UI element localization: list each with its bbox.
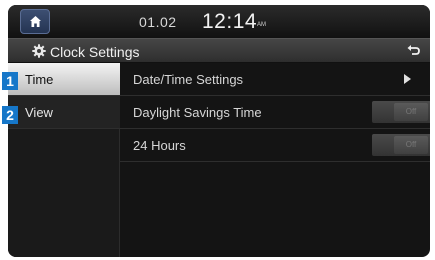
ampm-indicator: AM (257, 22, 266, 28)
tab-view[interactable]: View (8, 96, 120, 129)
tab-view-label: View (25, 105, 53, 120)
chevron-right-icon (404, 74, 411, 84)
clock-display: 12:14 (202, 10, 258, 33)
date-display: 01.02 (139, 14, 177, 30)
category-tabs: Time View (8, 63, 120, 257)
toggle-state: Off (394, 136, 428, 154)
title-bar: Clock Settings (8, 38, 430, 63)
tab-time-label: Time (25, 72, 54, 87)
toggle-state: Off (394, 103, 428, 121)
head-unit-screen: 01.02 12:14 AM Clock Settings Time View … (8, 5, 430, 257)
home-button[interactable] (20, 9, 50, 34)
setting-label: 24 Hours (133, 138, 186, 153)
callout-marker-2: 2 (2, 106, 18, 124)
setting-label: Date/Time Settings (133, 72, 244, 87)
page-title: Clock Settings (50, 44, 140, 60)
tab-time[interactable]: Time (8, 63, 120, 96)
setting-label: Daylight Savings Time (133, 105, 262, 120)
daylight-savings-row[interactable]: Daylight Savings Time Off (120, 96, 430, 129)
24-hours-toggle[interactable]: Off (372, 134, 430, 156)
back-arrow-icon (407, 45, 420, 55)
home-icon (30, 16, 41, 27)
back-button[interactable] (396, 39, 430, 63)
24-hours-row[interactable]: 24 Hours Off (120, 129, 430, 162)
date-time-settings-row[interactable]: Date/Time Settings (120, 63, 430, 96)
status-bar: 01.02 12:14 AM (8, 5, 430, 38)
daylight-savings-toggle[interactable]: Off (372, 101, 430, 123)
settings-list: Date/Time Settings Daylight Savings Time… (120, 63, 430, 257)
callout-marker-1: 1 (2, 72, 18, 90)
gear-icon (32, 44, 46, 58)
